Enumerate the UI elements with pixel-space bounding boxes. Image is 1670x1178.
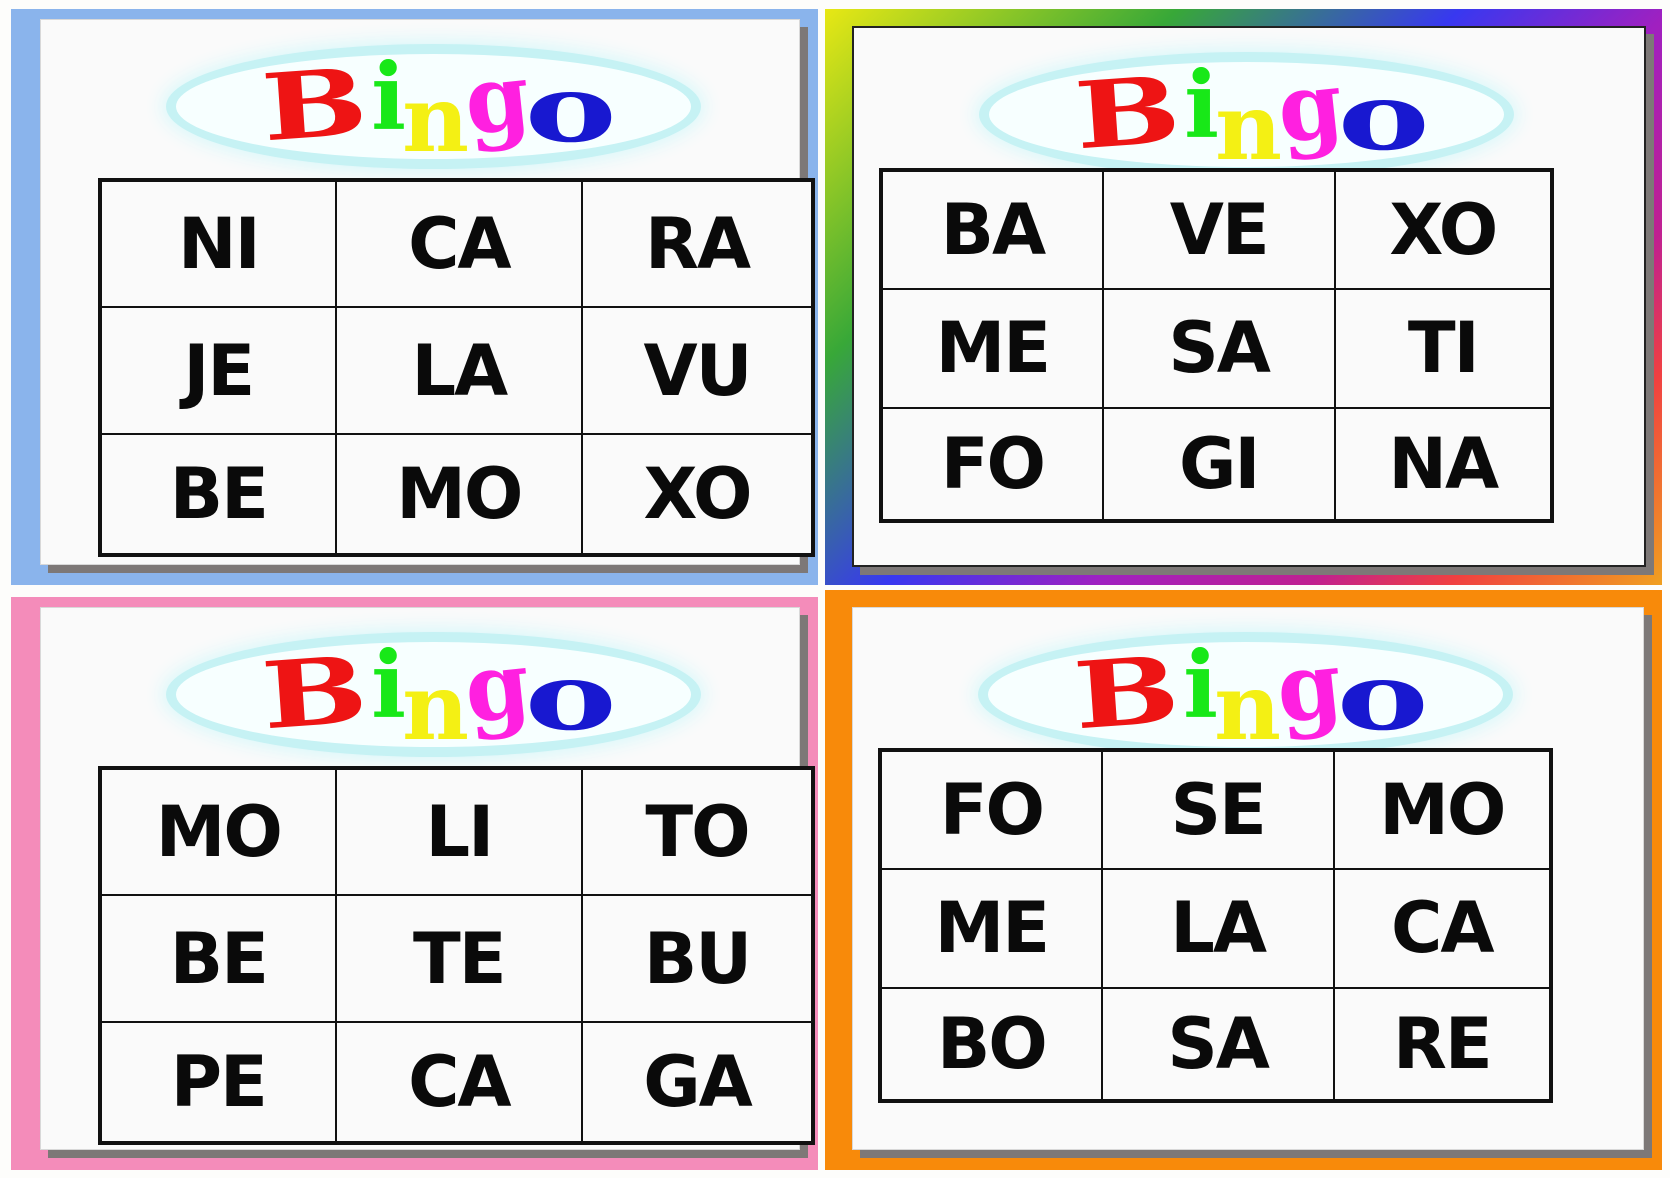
bingo-cell: TO [582,769,812,896]
bingo-grid: FO SE MO ME LA CA BO SA RE [878,748,1553,1103]
logo-letter: g [1271,629,1343,744]
bingo-cell: ME [882,289,1103,408]
card-panel: Bi n g o NI CA RA JE LA VU BE MO XO [40,19,815,565]
bingo-cell: RA [582,181,812,308]
bingo-grid: MO LI TO BE TE BU PE CA GA [98,766,815,1145]
logo-letters: Bingo [978,629,1518,761]
bingo-logo: Bingo [978,629,1518,761]
bingo-cell: CA [1333,869,1550,988]
bingo-cell: PE [101,1021,336,1142]
logo-letter: B [1070,635,1178,750]
bingo-cell: TE [335,895,583,1022]
bingo-cell: RE [1333,987,1550,1100]
bingo-cell: BU [582,895,812,1022]
bingo-cell: NI [101,181,336,308]
bingo-cell: MO [335,433,583,554]
bingo-card: Bi n g o MO LI TO BE TE BU PE CA GA [11,597,818,1170]
logo-letter: g [459,629,531,744]
logo-letters: Bingo [166,41,706,173]
bingo-cell: XO [1334,171,1551,290]
bingo-logo: Bingo [979,49,1519,181]
logo-letter: n [402,652,469,761]
logo-letter: i [1184,50,1219,159]
bingo-cell: SE [1101,751,1334,870]
bingo-logo: Bingo [166,41,706,173]
bingo-cell: CA [335,1021,583,1142]
bingo-cell: NA [1334,407,1551,520]
card-panel: Bi n g o BA VE XO ME SA TI FO GI NA [852,26,1646,567]
logo-letter: n [1214,652,1281,761]
bingo-cell: LA [335,307,583,434]
logo-letter: i [1183,630,1218,739]
bingo-logo: Bingo [166,629,706,761]
bingo-cell: LI [335,769,583,896]
logo-letter: n [402,64,469,173]
logo-letter: B [258,635,366,750]
logo-letter: n [1215,72,1282,181]
logo-letter: B [1071,55,1179,170]
logo-letter: o [1336,642,1429,751]
logo-letter: B [258,47,366,162]
bingo-cell: MO [1333,751,1550,870]
logo-letter: i [371,630,406,739]
bingo-card: Bi n g o FO SE MO ME LA CA BO SA RE [825,590,1662,1170]
logo-letter: o [1337,62,1430,171]
bingo-cell: FO [881,751,1102,870]
bingo-cell: XO [582,433,812,554]
bingo-cell: BE [101,895,336,1022]
logo-letter: o [524,642,617,751]
bingo-card: Bi n g o BA VE XO ME SA TI FO GI NA [825,9,1662,585]
bingo-cell: JE [101,307,336,434]
logo-letter: o [524,54,617,163]
logo-letters: Bingo [166,629,706,761]
bingo-cell: BE [101,433,336,554]
logo-letter: g [459,41,531,156]
bingo-card: Bi n g o NI CA RA JE LA VU BE MO XO [11,9,818,585]
bingo-cell: BA [882,171,1103,290]
bingo-cell: GA [582,1021,812,1142]
bingo-cell: VU [582,307,812,434]
bingo-cell: SA [1102,289,1335,408]
card-panel: Bi n g o MO LI TO BE TE BU PE CA GA [40,607,815,1150]
bingo-grid: NI CA RA JE LA VU BE MO XO [98,178,815,557]
bingo-grid: BA VE XO ME SA TI FO GI NA [879,168,1554,523]
bingo-cell: GI [1102,407,1335,520]
bingo-cell: ME [881,869,1102,988]
bingo-cell: SA [1101,987,1334,1100]
logo-letters: Bingo [979,49,1519,181]
logo-letter: i [371,42,406,151]
bingo-cell: BO [881,987,1102,1100]
card-panel: Bi n g o FO SE MO ME LA CA BO SA RE [852,607,1644,1150]
bingo-cell: LA [1101,869,1334,988]
bingo-cell: TI [1334,289,1551,408]
bingo-cell: MO [101,769,336,896]
logo-letter: g [1272,49,1344,164]
bingo-cell: FO [882,407,1103,520]
bingo-cell: CA [335,181,583,308]
bingo-cell: VE [1102,171,1335,290]
